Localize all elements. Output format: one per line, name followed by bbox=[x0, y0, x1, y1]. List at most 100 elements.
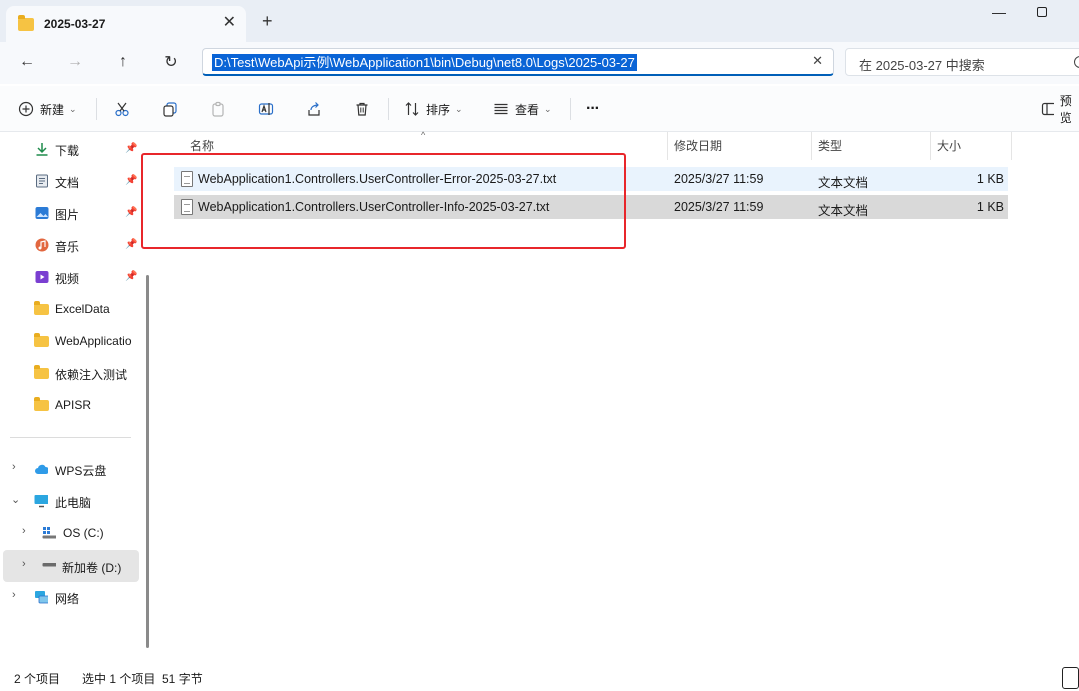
pin-icon: 📌 bbox=[125, 143, 138, 154]
sidebar-item-label: 网络 bbox=[55, 592, 80, 606]
file-type: 文本文档 bbox=[818, 204, 869, 218]
delete-button[interactable] bbox=[354, 98, 370, 120]
file-size: 1 KB bbox=[976, 172, 1004, 186]
sidebar-scrollbar[interactable] bbox=[146, 275, 149, 648]
up-button[interactable]: ↑ bbox=[111, 50, 135, 74]
search-input[interactable]: 在 2025-03-27 中搜索 bbox=[845, 48, 1079, 76]
preview-pane-icon bbox=[1041, 102, 1054, 116]
tab-close-icon[interactable]: ✕ bbox=[223, 14, 236, 32]
column-header-type[interactable]: 类型 bbox=[812, 132, 931, 160]
sidebar-item-label: 新加卷 (D:) bbox=[62, 561, 122, 575]
search-icon[interactable] bbox=[1074, 56, 1079, 68]
column-header-modified[interactable]: 修改日期 bbox=[668, 132, 812, 160]
clear-address-icon[interactable]: ✕ bbox=[812, 53, 823, 69]
back-button[interactable]: ← bbox=[15, 50, 39, 74]
sidebar-item-wps-cloud[interactable]: › WPS云盘 bbox=[0, 456, 150, 482]
scissors-icon bbox=[115, 102, 129, 117]
sidebar-item-pictures[interactable]: 图片 📌 bbox=[0, 200, 150, 226]
sidebar-item-drive-d[interactable]: › 新加卷 (D:) bbox=[3, 550, 139, 582]
command-bar: 新建 ⌄ 排序 ⌄ 查看 ⌄ ··· 预览 bbox=[0, 86, 1079, 132]
windows-drive-icon bbox=[42, 527, 56, 539]
sidebar-item-label: APISR bbox=[55, 398, 92, 412]
sort-button[interactable]: 排序 ⌄ bbox=[404, 98, 463, 120]
chevron-down-icon: ⌄ bbox=[455, 103, 463, 114]
status-selection: 选中 1 个项目 51 字节 bbox=[82, 672, 203, 686]
chevron-down-icon: ⌄ bbox=[544, 103, 552, 114]
sidebar-item-di-test[interactable]: 依赖注入测试 bbox=[0, 360, 150, 386]
sidebar-divider bbox=[10, 437, 131, 438]
file-type: 文本文档 bbox=[818, 176, 869, 190]
sidebar-item-label: 下载 bbox=[55, 144, 80, 158]
minimize-button[interactable]: — bbox=[992, 4, 1006, 20]
copy-button[interactable] bbox=[162, 98, 178, 120]
sidebar-item-this-pc[interactable]: ⌄ 此电脑 bbox=[0, 488, 150, 514]
new-button-label: 新建 bbox=[40, 102, 65, 117]
toolbar-divider bbox=[388, 98, 389, 120]
chevron-down-icon[interactable]: ⌄ bbox=[11, 493, 20, 506]
title-bar: 2025-03-27 ✕ + — bbox=[0, 0, 1079, 42]
cut-button[interactable] bbox=[114, 98, 130, 120]
folder-icon bbox=[34, 301, 49, 315]
maximize-button[interactable] bbox=[1037, 7, 1047, 17]
chevron-right-icon[interactable]: › bbox=[22, 558, 26, 570]
pin-icon: 📌 bbox=[125, 239, 138, 250]
file-size: 1 KB bbox=[976, 200, 1004, 214]
sidebar-item-label: 文档 bbox=[55, 176, 80, 190]
toolbar-divider bbox=[96, 98, 97, 120]
folder-icon bbox=[34, 397, 49, 411]
sidebar-item-label: WebApplicatio bbox=[55, 334, 132, 348]
file-modified: 2025/3/27 11:59 bbox=[674, 200, 764, 214]
trash-icon bbox=[356, 102, 368, 116]
sort-icon bbox=[405, 102, 419, 116]
new-button[interactable]: 新建 ⌄ bbox=[18, 98, 77, 120]
sidebar-item-drive-c[interactable]: › OS (C:) bbox=[0, 520, 150, 546]
sidebar-item-network[interactable]: › 网络 bbox=[0, 584, 150, 610]
folder-icon bbox=[34, 365, 49, 379]
more-options-button[interactable]: ··· bbox=[586, 98, 600, 120]
annotation-highlight-box bbox=[141, 153, 626, 249]
chevron-right-icon[interactable]: › bbox=[22, 525, 26, 537]
folder-icon bbox=[18, 14, 34, 31]
rename-button[interactable] bbox=[258, 98, 274, 120]
sidebar-item-label: OS (C:) bbox=[63, 526, 104, 540]
search-placeholder: 在 2025-03-27 中搜索 bbox=[859, 58, 985, 73]
chevron-right-icon[interactable]: › bbox=[12, 589, 16, 601]
refresh-button[interactable]: ↻ bbox=[159, 50, 183, 74]
column-header-size[interactable]: 大小 bbox=[931, 132, 1012, 160]
sidebar-item-documents[interactable]: 文档 📌 bbox=[0, 168, 150, 194]
paste-button[interactable] bbox=[210, 98, 226, 120]
share-button[interactable] bbox=[306, 98, 322, 120]
sidebar-item-webapplication[interactable]: WebApplicatio bbox=[0, 328, 150, 354]
toolbar-divider bbox=[570, 98, 571, 120]
sidebar-item-music[interactable]: 音乐 📌 bbox=[0, 232, 150, 258]
view-button[interactable]: 查看 ⌄ bbox=[493, 98, 552, 120]
view-button-label: 查看 bbox=[515, 102, 540, 117]
sidebar-item-downloads[interactable]: 下载 📌 bbox=[0, 136, 150, 162]
status-item-count: 2 个项目 bbox=[14, 672, 61, 686]
plus-circle-icon bbox=[18, 101, 34, 117]
sidebar-item-label: 此电脑 bbox=[55, 496, 92, 510]
address-input[interactable]: D:\Test\WebApi示例\WebApplication1\bin\Deb… bbox=[212, 54, 637, 71]
rename-icon bbox=[258, 103, 274, 115]
pin-icon: 📌 bbox=[125, 207, 138, 218]
sidebar-item-exceldata[interactable]: ExcelData bbox=[0, 296, 150, 322]
preview-pane-button[interactable]: 预览 bbox=[1041, 94, 1079, 125]
status-bar: 2 个项目 选中 1 个项目 51 字节 bbox=[0, 666, 1079, 691]
sidebar-item-label: ExcelData bbox=[55, 302, 110, 316]
drive-icon bbox=[42, 563, 56, 567]
sidebar-item-apisr[interactable]: APISR bbox=[0, 392, 150, 418]
tab-current-folder[interactable]: 2025-03-27 ✕ bbox=[6, 6, 246, 42]
sidebar-item-videos[interactable]: 视频 📌 bbox=[0, 264, 150, 290]
address-row: ← → ↑ ↻ D:\Test\WebApi示例\WebApplication1… bbox=[0, 42, 1079, 84]
chevron-down-icon: ⌄ bbox=[69, 103, 77, 114]
view-lines-icon bbox=[494, 103, 508, 115]
chevron-right-icon[interactable]: › bbox=[12, 461, 16, 473]
pin-icon: 📌 bbox=[125, 175, 138, 186]
address-bar[interactable]: D:\Test\WebApi示例\WebApplication1\bin\Deb… bbox=[202, 48, 834, 76]
new-tab-button[interactable]: + bbox=[262, 12, 273, 30]
network-icon bbox=[35, 591, 48, 604]
folder-icon bbox=[34, 333, 49, 347]
forward-button[interactable]: → bbox=[63, 50, 87, 74]
sidebar-item-label: 图片 bbox=[55, 208, 80, 222]
details-view-button[interactable] bbox=[1062, 667, 1079, 689]
